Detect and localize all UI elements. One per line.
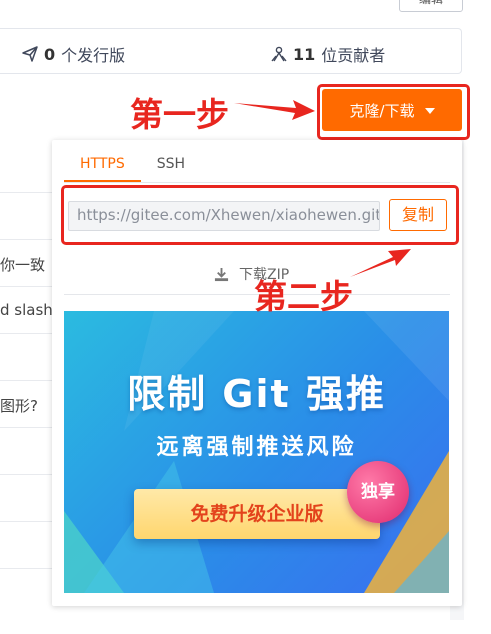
commit-message: 你一致 bbox=[0, 256, 46, 274]
arrow-step1 bbox=[234, 100, 315, 120]
tab-divider bbox=[64, 182, 450, 183]
contributors-icon bbox=[271, 46, 287, 62]
file-list-column: 你一致 d slash 图形? bbox=[0, 146, 55, 626]
upgrade-enterprise-button[interactable]: 免费升级企业版 bbox=[134, 489, 380, 539]
file-row[interactable]: 图形? bbox=[0, 381, 55, 428]
contributors-count: 11 bbox=[293, 44, 316, 64]
annotation-box-step2 bbox=[61, 185, 459, 245]
file-row[interactable] bbox=[0, 522, 55, 569]
file-row[interactable] bbox=[0, 193, 55, 240]
releases-label: 个发行版 bbox=[61, 46, 126, 65]
protocol-tabs: HTTPS SSH bbox=[64, 146, 201, 182]
releases-count: 0 bbox=[44, 44, 56, 64]
contributors-stat[interactable]: 11 位贡献者 bbox=[271, 42, 385, 66]
file-row[interactable] bbox=[0, 146, 55, 193]
annotation-step2: 第二步 bbox=[254, 277, 353, 316]
commit-message: d slash bbox=[0, 301, 52, 319]
file-row[interactable]: 你一致 bbox=[0, 240, 55, 287]
file-row[interactable] bbox=[0, 428, 55, 475]
file-row[interactable] bbox=[0, 334, 55, 381]
banner-title: 限制 Git 强推 bbox=[127, 372, 386, 416]
edit-button[interactable]: 编辑 bbox=[399, 0, 463, 12]
promo-banner[interactable]: 限制 Git 强推 远离强制推送风险 免费升级企业版 独享 bbox=[64, 311, 449, 593]
clone-dropdown: HTTPS SSH https://gitee.com/Xhewen/xiaoh… bbox=[52, 140, 462, 606]
exclusive-badge: 独享 bbox=[347, 461, 409, 523]
download-icon bbox=[214, 267, 229, 281]
banner-subtitle: 远离强制推送风险 bbox=[156, 435, 357, 460]
tab-ssh[interactable]: SSH bbox=[141, 146, 201, 182]
file-row[interactable] bbox=[0, 475, 55, 522]
commit-message: 图形? bbox=[0, 397, 38, 415]
tab-https[interactable]: HTTPS bbox=[64, 146, 141, 182]
send-icon bbox=[22, 46, 38, 62]
releases-stat[interactable]: 0 个发行版 bbox=[22, 42, 125, 66]
contributors-label: 位贡献者 bbox=[321, 46, 386, 65]
annotation-step1: 第一步 bbox=[130, 95, 229, 134]
file-row[interactable]: d slash bbox=[0, 287, 55, 334]
annotation-box-step1 bbox=[317, 84, 470, 140]
repo-stats-bar: 0 个发行版 11 位贡献者 bbox=[0, 28, 462, 74]
